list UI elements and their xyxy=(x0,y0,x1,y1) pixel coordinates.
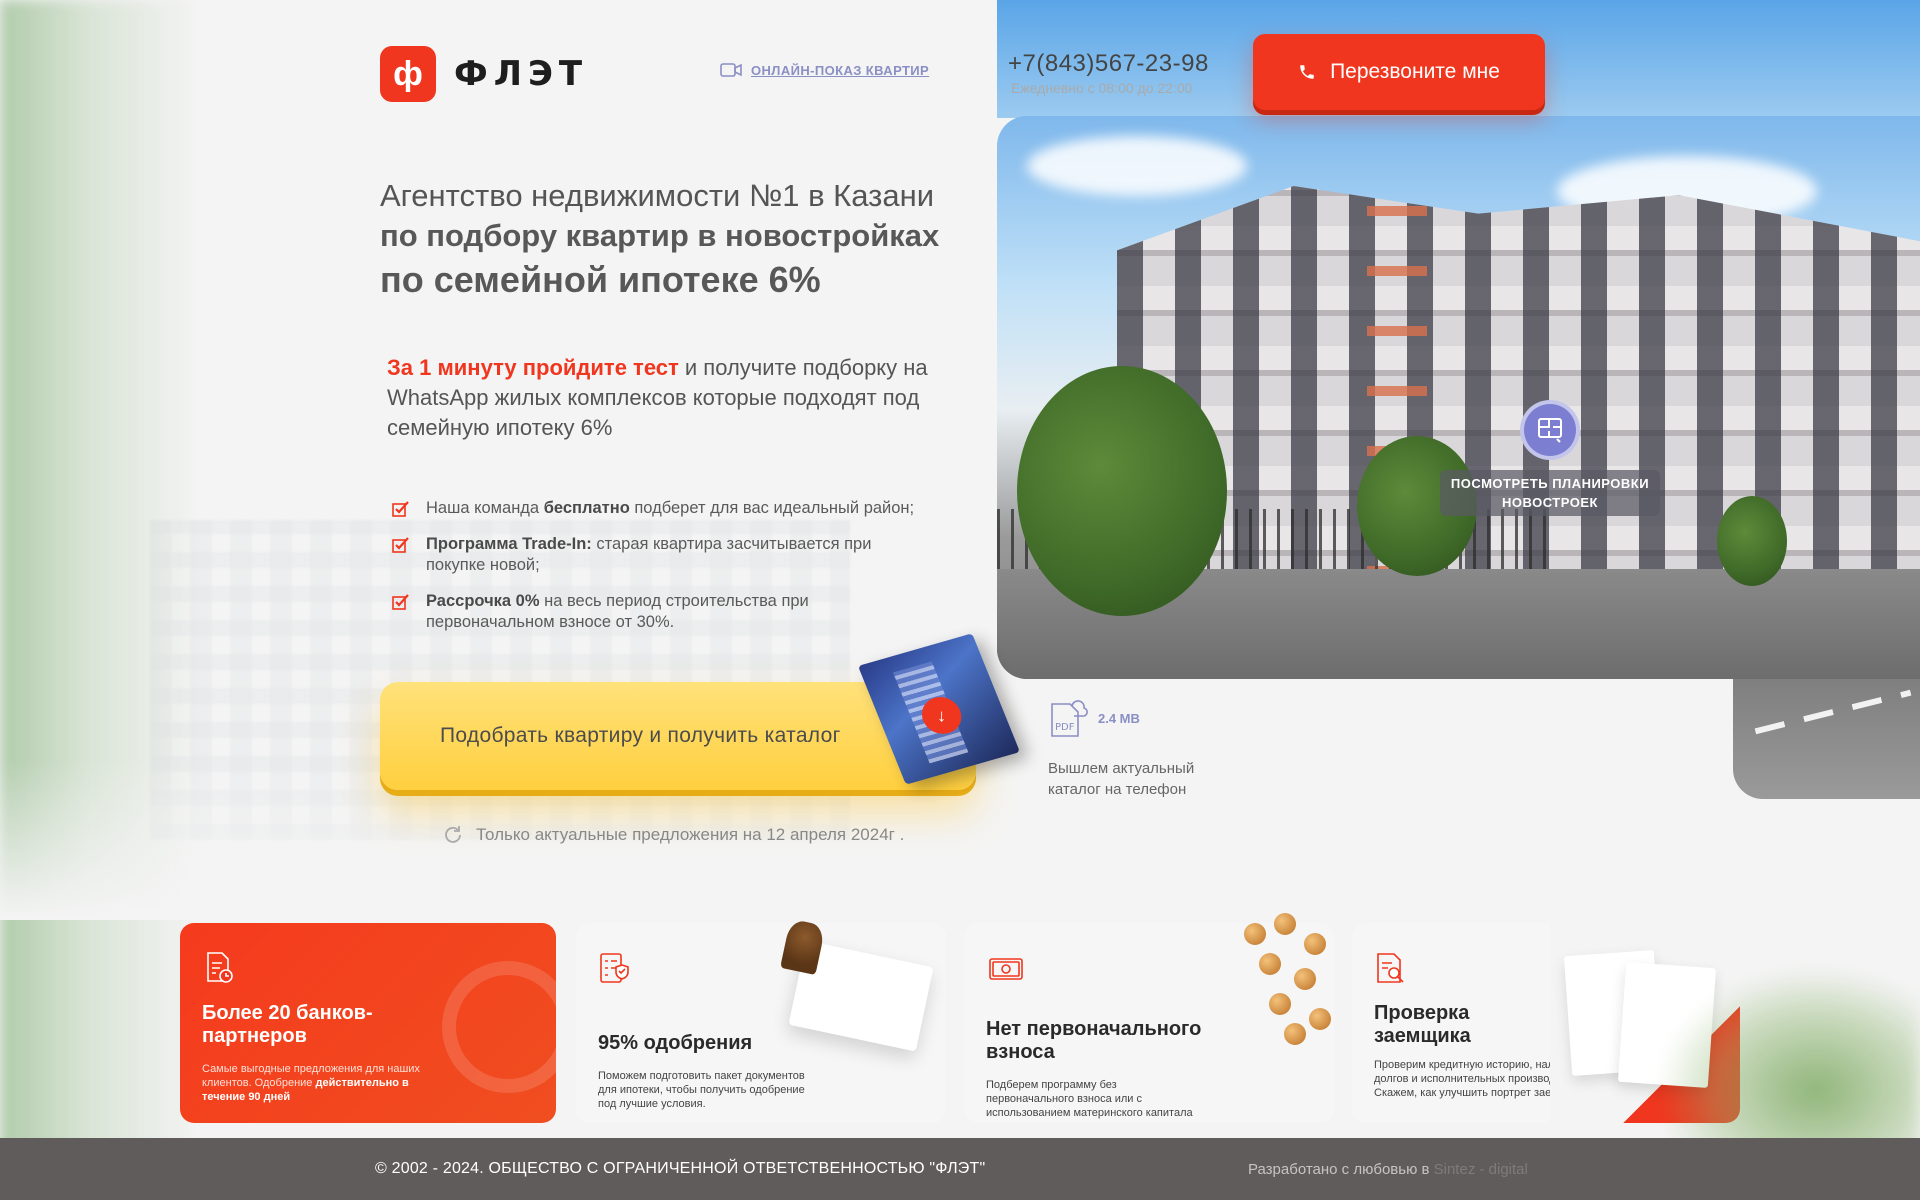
working-hours: Ежедневно с 08:00 до 22:00 xyxy=(1011,80,1193,96)
svg-text:PDF: PDF xyxy=(1055,722,1075,733)
callback-label: Перезвоните мне xyxy=(1330,60,1500,83)
lead-accent: За 1 минуту пройдите тест xyxy=(387,355,679,380)
video-camera-icon xyxy=(720,63,742,77)
feature-card-no-downpayment: Нет первоначального взноса Подберем прог… xyxy=(964,913,1334,1123)
clock-decoration-icon xyxy=(442,961,556,1093)
phone-block: +7(843)567-23-98 Ежедневно с 08:00 до 22… xyxy=(1008,50,1209,96)
headline-line-2: по подбору квартир в новостройках xyxy=(380,218,940,253)
feature-title: Нет первоначального взноса xyxy=(986,1018,1202,1063)
view-plans-button[interactable]: ПОСМОТРЕТЬ ПЛАНИРОВКИ НОВОСТРОЕК xyxy=(1440,400,1660,516)
checkbox-checked-icon xyxy=(392,594,409,610)
online-viewing-link[interactable]: ОНЛАЙН-ПОКАЗ КВАРТИР xyxy=(720,62,929,78)
feature-text: Самые выгодные предложения для наших кли… xyxy=(202,1063,420,1103)
pdf-file-icon: PDF xyxy=(1051,700,1088,737)
logo[interactable]: ф ФЛЭТ xyxy=(380,46,588,102)
copyright: © 2002 - 2024. ОБЩЕСТВО С ОГРАНИЧЕННОЙ О… xyxy=(375,1160,986,1177)
feature-card-approval: 95% одобрения Поможем подготовить пакет … xyxy=(576,923,946,1123)
refresh-icon xyxy=(445,826,461,843)
benefit-item: Рассрочка 0% на весь период строительств… xyxy=(392,591,972,633)
hero-headline: Агентство недвижимости №1 в Казани по по… xyxy=(380,176,939,304)
headline-line-1: Агентство недвижимости №1 в Казани xyxy=(380,178,935,213)
checklist-shield-icon xyxy=(600,953,629,983)
feature-title: Более 20 банков-партнеров xyxy=(202,1002,373,1047)
floor-plan-icon xyxy=(1520,400,1580,460)
hero-lead: За 1 минуту пройдите тест и получите под… xyxy=(387,353,987,443)
logo-text: ФЛЭТ xyxy=(454,54,589,94)
developer-link[interactable]: Sintez - digital xyxy=(1434,1161,1528,1178)
benefits-list: Наша команда бесплатно подберет для вас … xyxy=(392,498,972,648)
pdf-caption: Вышлем актуальный каталог на телефон xyxy=(1048,760,1195,798)
catalog-cta-label: Подобрать квартиру и получить каталог xyxy=(440,724,841,747)
benefit-item: Программа Trade-In: старая квартира засч… xyxy=(392,534,972,576)
checkbox-checked-icon xyxy=(392,537,409,553)
banknote-icon xyxy=(989,958,1023,980)
coins-image xyxy=(1234,913,1334,1045)
pdf-info: PDF 2.4 MB Вышлем актуальный каталог на … xyxy=(1048,696,1228,800)
online-viewing-label: ОНЛАЙН-ПОКАЗ КВАРТИР xyxy=(751,62,930,78)
logo-mark-icon: ф xyxy=(380,46,436,102)
phone-icon xyxy=(1300,65,1314,79)
footer: © 2002 - 2024. ОБЩЕСТВО С ОГРАНИЧЕННОЙ О… xyxy=(0,1138,1920,1200)
feature-text: Поможем подготовить пакет документов для… xyxy=(598,1070,805,1110)
headline-line-3: по семейной ипотеке 6% xyxy=(380,259,821,300)
hero-photo-road-extension xyxy=(1733,679,1920,799)
feature-text: Подберем программу без первоначального в… xyxy=(986,1079,1193,1119)
actual-offers-text: Только актуальные предложения на 12 апре… xyxy=(476,825,905,844)
download-icon: ↓ xyxy=(921,695,962,736)
document-search-icon xyxy=(1377,953,1404,983)
view-plans-label: ПОСМОТРЕТЬ ПЛАНИРОВКИ НОВОСТРОЕК xyxy=(1440,470,1660,516)
actual-offers-note: Только актуальные предложения на 12 апре… xyxy=(442,824,904,846)
developer-credit: Разработано с любовью в Sintez - digital xyxy=(1248,1160,1528,1178)
features-row: Более 20 банков-партнеров Самые выгодные… xyxy=(180,913,1740,1123)
phone-number[interactable]: +7(843)567-23-98 xyxy=(1008,50,1209,78)
pdf-size: 2.4 MB xyxy=(1098,710,1140,726)
document-clock-icon xyxy=(207,952,233,983)
benefit-item: Наша команда бесплатно подберет для вас … xyxy=(392,498,972,519)
callback-button[interactable]: Перезвоните мне xyxy=(1253,34,1545,110)
feature-title: Проверка заемщика xyxy=(1374,1002,1471,1047)
checkbox-checked-icon xyxy=(392,501,409,517)
feature-card-banks: Более 20 банков-партнеров Самые выгодные… xyxy=(180,923,556,1123)
hero-photo xyxy=(997,116,1920,679)
